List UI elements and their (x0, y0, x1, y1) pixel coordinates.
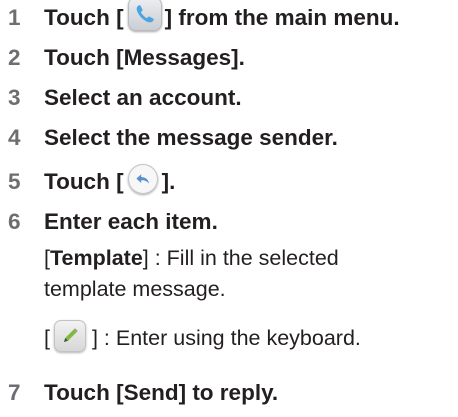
template-description: [Template] : Fill in the selected templa… (44, 243, 339, 305)
step-number: 7 (8, 380, 21, 405)
step-text: Touch [ ]. (44, 164, 176, 197)
step-1: 1 Touch [ ] from the main menu. (0, 0, 400, 36)
step-5: 5 Touch [ ]. (0, 164, 175, 200)
step-4: 4 Select the message sender. (0, 120, 338, 156)
step-text: Touch [Send] to reply. (44, 380, 279, 405)
step-text: Select an account. (44, 85, 242, 110)
step-text: Enter each item. (44, 209, 218, 234)
step-text-prefix: Touch [ (44, 5, 124, 30)
step-2: 2 Touch [Messages]. (0, 40, 245, 76)
template-text-line2: template message. (44, 277, 226, 301)
keyboard-description: [ ] : Enter using the keyboard. (44, 320, 361, 355)
step-number: 2 (8, 45, 21, 70)
template-text-line1: ] : Fill in the selected (142, 246, 339, 270)
step-7: 7 Touch [Send] to reply. (0, 375, 278, 411)
phone-icon (127, 0, 162, 31)
step-text: Touch [ ] from the main menu. (44, 0, 400, 35)
keyboard-open-bracket: [ (44, 326, 50, 350)
step-6: 6 Enter each item. (0, 204, 218, 240)
step-number: 3 (8, 85, 21, 110)
step-number: 1 (8, 5, 21, 30)
step-text-prefix: Touch [ (44, 169, 124, 194)
pencil-icon (53, 320, 86, 353)
template-label: Template (49, 246, 143, 270)
step-number: 4 (8, 125, 21, 150)
keyboard-text: ] : Enter using the keyboard. (91, 326, 361, 350)
step-text: Select the message sender. (44, 125, 338, 150)
step-text: Touch [Messages]. (44, 45, 245, 70)
step-text-suffix: ] from the main menu. (164, 5, 400, 30)
step-number: 5 (8, 169, 21, 194)
reply-icon (127, 164, 158, 194)
step-number: 6 (8, 209, 21, 234)
step-text-suffix: ]. (161, 169, 176, 194)
step-3: 3 Select an account. (0, 80, 242, 116)
